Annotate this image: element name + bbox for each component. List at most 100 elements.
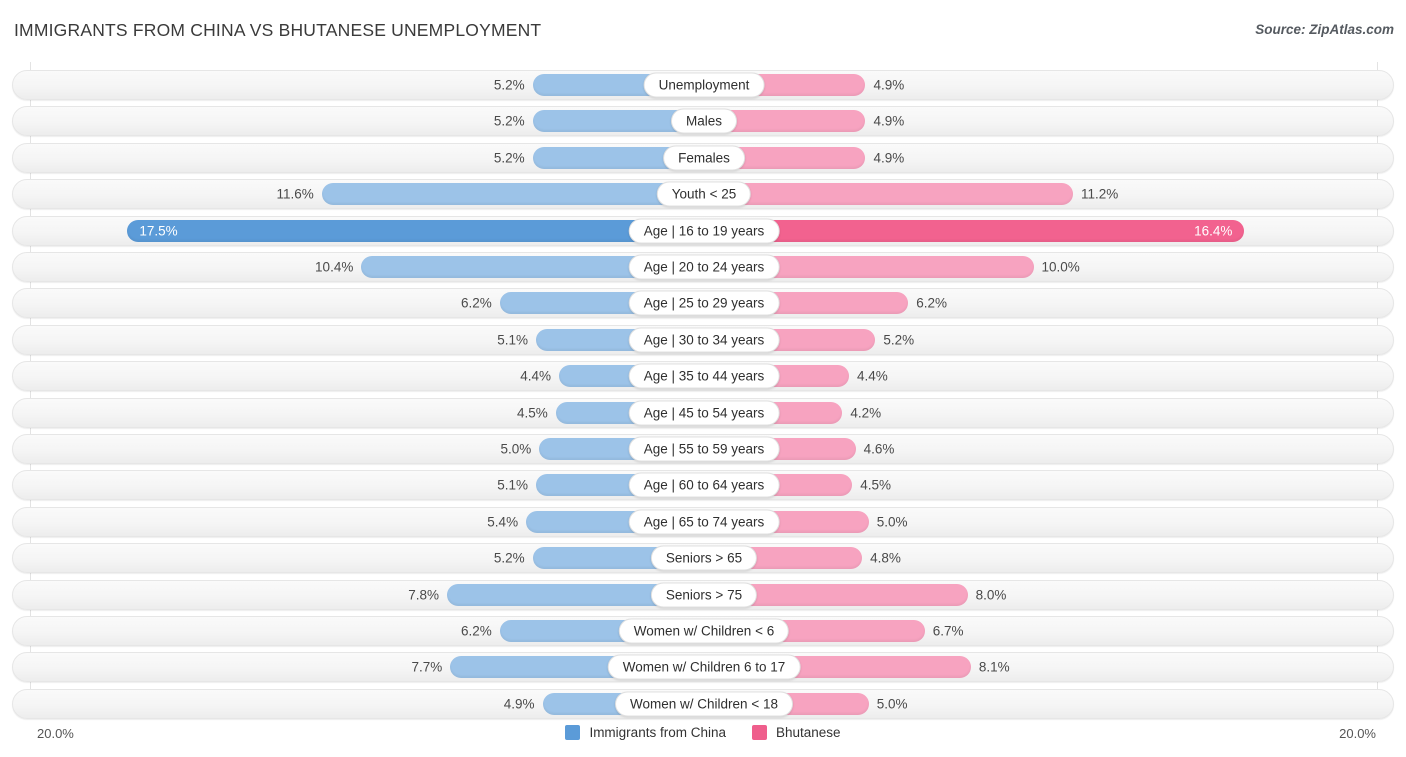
value-label-right: 5.2% — [883, 332, 915, 348]
chart-row-inner: 5.2% 4.9% Females — [13, 144, 1393, 172]
chart-row-inner: 7.8% 8.0% Seniors > 75 — [13, 581, 1393, 609]
category-label-pill[interactable]: Women w/ Children < 6 — [618, 618, 790, 644]
value-label-left: 6.2% — [460, 295, 492, 311]
category-label-pill[interactable]: Females — [663, 145, 745, 171]
value-label-left: 11.6% — [276, 186, 314, 202]
chart-row-inner: 5.1% 5.2% Age | 30 to 34 years — [13, 326, 1393, 354]
category-label-pill[interactable]: Age | 20 to 24 years — [628, 254, 780, 280]
value-label-right: 4.5% — [860, 477, 892, 493]
chart-row-inner: 4.9% 5.0% Women w/ Children < 18 — [13, 690, 1393, 718]
legend-item[interactable]: Immigrants from China — [565, 725, 726, 740]
value-label-left: 6.2% — [460, 623, 492, 639]
chart-row[interactable]: 17.5% 16.4% Age | 16 to 19 years — [12, 215, 1394, 246]
chart-row-inner: 4.5% 4.2% Age | 45 to 54 years — [13, 399, 1393, 427]
chart-row-inner: 10.4% 10.0% Age | 20 to 24 years — [13, 253, 1393, 281]
category-label-pill[interactable]: Women w/ Children 6 to 17 — [607, 654, 801, 680]
category-label-pill[interactable]: Age | 30 to 34 years — [628, 327, 780, 353]
bar-bhutanese — [704, 183, 1074, 206]
chart-row[interactable]: 5.2% 4.9% Unemployment — [12, 70, 1394, 100]
legend-item-label: Immigrants from China — [589, 725, 726, 740]
chart-footer: 20.0% 20.0% Immigrants from China Bhutane… — [0, 717, 1406, 757]
chart-row[interactable]: 7.7% 8.1% Women w/ Children 6 to 17 — [12, 652, 1394, 683]
value-label-left: 10.4% — [315, 259, 354, 275]
chart-row[interactable]: 5.0% 4.6% Age | 55 to 59 years — [12, 434, 1394, 464]
category-label-pill[interactable]: Age | 60 to 64 years — [628, 472, 780, 498]
chart-row[interactable]: 6.2% 6.2% Age | 25 to 29 years — [12, 288, 1394, 319]
value-label-right: 4.9% — [873, 77, 905, 93]
legend-item[interactable]: Bhutanese — [751, 725, 841, 740]
category-label-pill[interactable]: Women w/ Children < 18 — [615, 691, 793, 717]
chart-row[interactable]: 7.8% 8.0% Seniors > 75 — [12, 579, 1394, 610]
value-label-right: 8.1% — [978, 659, 1010, 675]
value-label-right: 5.0% — [876, 696, 908, 712]
value-label-left: 7.7% — [411, 659, 443, 675]
legend-swatch-bhutanese — [751, 725, 767, 740]
chart-row-inner: 7.7% 8.1% Women w/ Children 6 to 17 — [13, 653, 1393, 681]
value-label-right: 11.2% — [1081, 186, 1119, 202]
legend-item-label: Bhutanese — [775, 725, 841, 740]
chart-row[interactable]: 5.4% 5.0% Age | 65 to 74 years — [12, 506, 1394, 537]
value-label-left: 5.1% — [497, 332, 528, 348]
category-label-pill[interactable]: Age | 35 to 44 years — [628, 363, 780, 389]
value-label-right: 6.7% — [932, 623, 964, 639]
chart-row[interactable]: 11.6% 11.2% Youth < 25 — [12, 179, 1394, 210]
bar-immigrants-from-china — [321, 183, 704, 206]
chart-row-inner: 17.5% 16.4% Age | 16 to 19 years — [13, 217, 1393, 245]
value-label-left: 5.2% — [493, 550, 525, 566]
chart-row[interactable]: 10.4% 10.0% Age | 20 to 24 years — [12, 252, 1394, 282]
category-label-pill[interactable]: Seniors > 75 — [650, 582, 758, 608]
value-label-left: 5.2% — [493, 150, 525, 166]
category-label-pill[interactable]: Unemployment — [643, 72, 765, 98]
value-label-right: 16.4% — [1194, 222, 1233, 238]
category-label-pill[interactable]: Age | 25 to 29 years — [628, 290, 780, 316]
category-label-pill[interactable]: Age | 45 to 54 years — [628, 400, 780, 426]
legend-swatch-immigrants-from-china — [565, 725, 581, 740]
chart-row-inner: 5.2% 4.8% Seniors > 65 — [13, 544, 1393, 572]
value-label-left: 4.9% — [503, 696, 535, 712]
bar-immigrants-from-china — [127, 219, 704, 242]
value-label-left: 7.8% — [408, 586, 439, 602]
value-label-left: 5.4% — [487, 514, 519, 530]
value-label-right: 6.2% — [916, 295, 948, 311]
category-label-pill[interactable]: Age | 16 to 19 years — [628, 218, 780, 244]
chart-page: IMMIGRANTS FROM CHINA VS BHUTANESE UNEMP… — [0, 0, 1406, 757]
value-label-right: 8.0% — [975, 586, 1007, 602]
chart-row[interactable]: 4.4% 4.4% Age | 35 to 44 years — [12, 361, 1394, 392]
chart-row-inner: 5.4% 5.0% Age | 65 to 74 years — [13, 508, 1393, 536]
chart-row[interactable]: 5.2% 4.8% Seniors > 65 — [12, 543, 1394, 574]
chart-row[interactable]: 5.2% 4.9% Females — [12, 142, 1394, 173]
chart-row-inner: 6.2% 6.7% Women w/ Children < 6 — [13, 617, 1393, 645]
value-label-right: 4.9% — [873, 113, 905, 129]
category-label-pill[interactable]: Youth < 25 — [656, 181, 752, 207]
chart-row[interactable]: 6.2% 6.7% Women w/ Children < 6 — [12, 616, 1394, 646]
chart-legend: Immigrants from China Bhutanese — [0, 725, 1406, 740]
chart-row-inner: 6.2% 6.2% Age | 25 to 29 years — [13, 289, 1393, 317]
value-label-right: 10.0% — [1041, 259, 1080, 275]
value-label-left: 5.2% — [493, 113, 525, 129]
chart-row-inner: 5.2% 4.9% Males — [13, 107, 1393, 135]
category-label-pill[interactable]: Age | 55 to 59 years — [628, 436, 780, 462]
chart-row-inner: 11.6% 11.2% Youth < 25 — [13, 180, 1393, 208]
value-label-right: 4.4% — [856, 368, 888, 384]
chart-row[interactable]: 4.9% 5.0% Women w/ Children < 18 — [12, 688, 1394, 719]
category-label-pill[interactable]: Age | 65 to 74 years — [628, 509, 780, 535]
value-label-left: 5.0% — [500, 441, 532, 457]
chart-row-inner: 5.0% 4.6% Age | 55 to 59 years — [13, 435, 1393, 463]
value-label-left: 4.4% — [520, 368, 552, 384]
chart-row[interactable]: 5.1% 4.5% Age | 60 to 64 years — [12, 470, 1394, 501]
page-title: IMMIGRANTS FROM CHINA VS BHUTANESE UNEMP… — [14, 20, 542, 40]
category-label-pill[interactable]: Seniors > 65 — [650, 545, 758, 571]
chart-header: IMMIGRANTS FROM CHINA VS BHUTANESE UNEMP… — [0, 0, 1406, 62]
chart-row[interactable]: 4.5% 4.2% Age | 45 to 54 years — [12, 397, 1394, 428]
value-label-right: 5.0% — [876, 514, 908, 530]
chart-row[interactable]: 5.2% 4.9% Males — [12, 106, 1394, 137]
chart-row-inner: 5.2% 4.9% Unemployment — [13, 71, 1393, 99]
chart-row-inner: 5.1% 4.5% Age | 60 to 64 years — [13, 471, 1393, 499]
category-label-pill[interactable]: Males — [670, 108, 738, 134]
value-label-right: 4.9% — [873, 150, 905, 166]
value-label-left: 5.2% — [493, 77, 525, 93]
value-label-right: 4.2% — [850, 404, 882, 420]
value-label-left: 17.5% — [139, 222, 178, 238]
chart-row[interactable]: 5.1% 5.2% Age | 30 to 34 years — [12, 324, 1394, 355]
value-label-left: 4.5% — [516, 404, 548, 420]
